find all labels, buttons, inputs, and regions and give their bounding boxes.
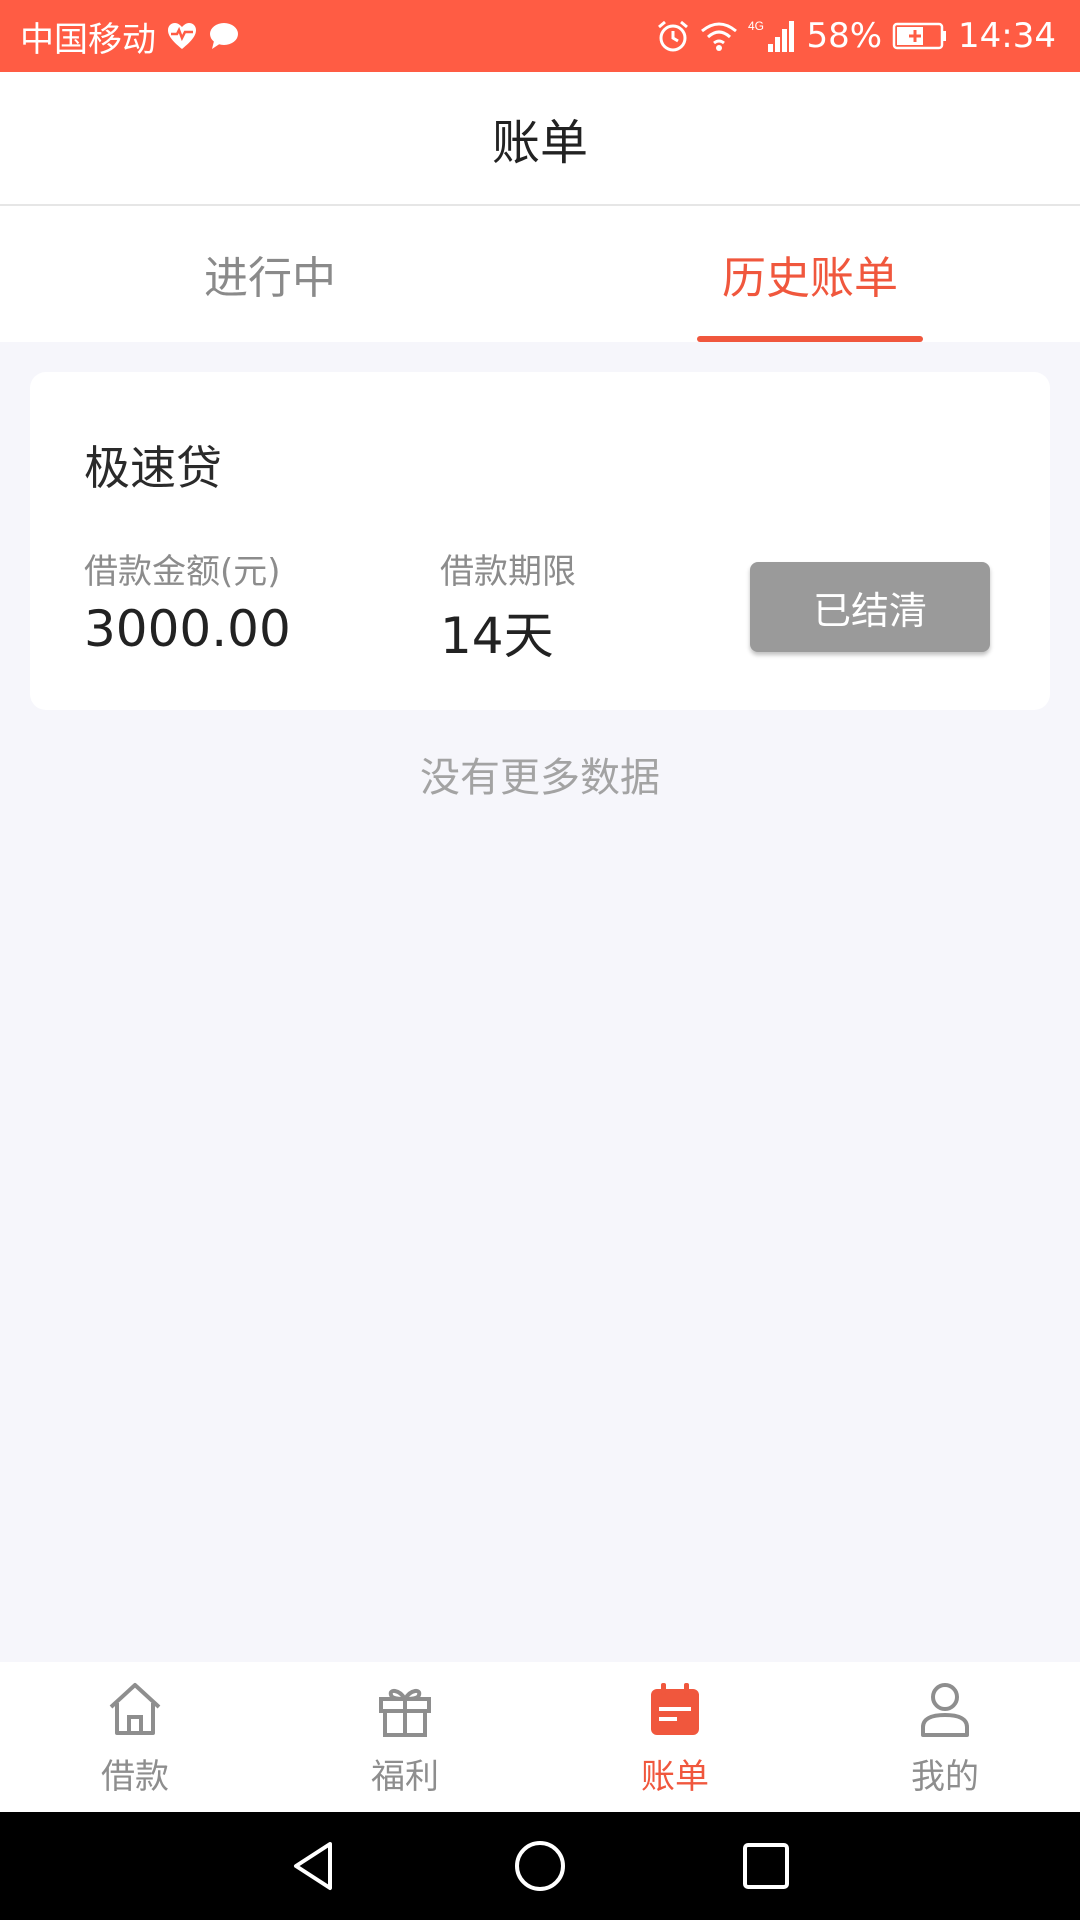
bottom-nav: 借款 福利 账单 我的: [0, 1662, 1080, 1812]
message-bubble-icon: [208, 21, 240, 51]
battery-charging-icon: [892, 21, 948, 51]
nav-item-mine[interactable]: 我的: [810, 1662, 1080, 1812]
tab-label: 进行中: [204, 253, 336, 304]
nav-label: 我的: [911, 1756, 979, 1797]
gift-icon: [379, 1688, 431, 1737]
page-title: 账单: [491, 115, 588, 171]
settled-status-button[interactable]: 已结清: [750, 562, 990, 652]
nav-label: 福利: [371, 1756, 439, 1797]
network-type: 4G: [748, 19, 764, 33]
tab-bar: 进行中 历史账单: [0, 206, 1080, 342]
carrier-name: 中国移动: [20, 19, 156, 60]
tab-history[interactable]: 历史账单: [540, 206, 1080, 342]
nav-item-welfare[interactable]: 福利: [270, 1662, 540, 1812]
nav-label: 账单: [641, 1756, 709, 1797]
home-circle-icon[interactable]: [512, 1838, 568, 1894]
list-end-text: 没有更多数据: [420, 755, 660, 801]
bill-card[interactable]: 极速贷 借款金额(元) 3000.00 借款期限 14天 已结清: [30, 372, 1050, 710]
status-right: 4G 58% 14:34: [656, 16, 1056, 56]
clock-time: 14:34: [958, 16, 1056, 56]
bill-icon: [651, 1682, 699, 1735]
status-bar: 中国移动 4G 58% 14:34: [0, 0, 1080, 72]
active-tab-indicator: [697, 336, 923, 342]
signal-icon: 4G: [748, 18, 796, 54]
back-triangle-icon[interactable]: [286, 1838, 342, 1894]
product-name: 极速贷: [84, 441, 222, 495]
health-heart-icon: [166, 21, 198, 51]
term-value: 14天: [440, 607, 554, 665]
home-icon: [109, 1682, 161, 1735]
recents-square-icon[interactable]: [738, 1838, 794, 1894]
status-left: 中国移动: [20, 12, 240, 61]
tab-label: 历史账单: [722, 253, 898, 304]
wifi-icon: [700, 20, 738, 52]
user-icon: [921, 1682, 969, 1737]
nav-label: 借款: [101, 1756, 169, 1797]
page-header: 账单: [0, 72, 1080, 206]
nav-item-loan[interactable]: 借款: [0, 1662, 270, 1812]
tab-in-progress[interactable]: 进行中: [0, 206, 540, 342]
amount-value: 3000.00: [84, 600, 291, 658]
term-label: 借款期限: [440, 552, 576, 592]
screen: 中国移动 4G 58% 14:34 账单 进行中 历史账单 极速贷 借款金额(元…: [0, 0, 1080, 1920]
battery-percent: 58%: [806, 16, 883, 56]
alarm-icon: [656, 19, 690, 53]
amount-label: 借款金额(元): [84, 552, 281, 592]
system-nav-bar: [0, 1812, 1080, 1920]
nav-item-bill[interactable]: 账单: [540, 1662, 810, 1812]
